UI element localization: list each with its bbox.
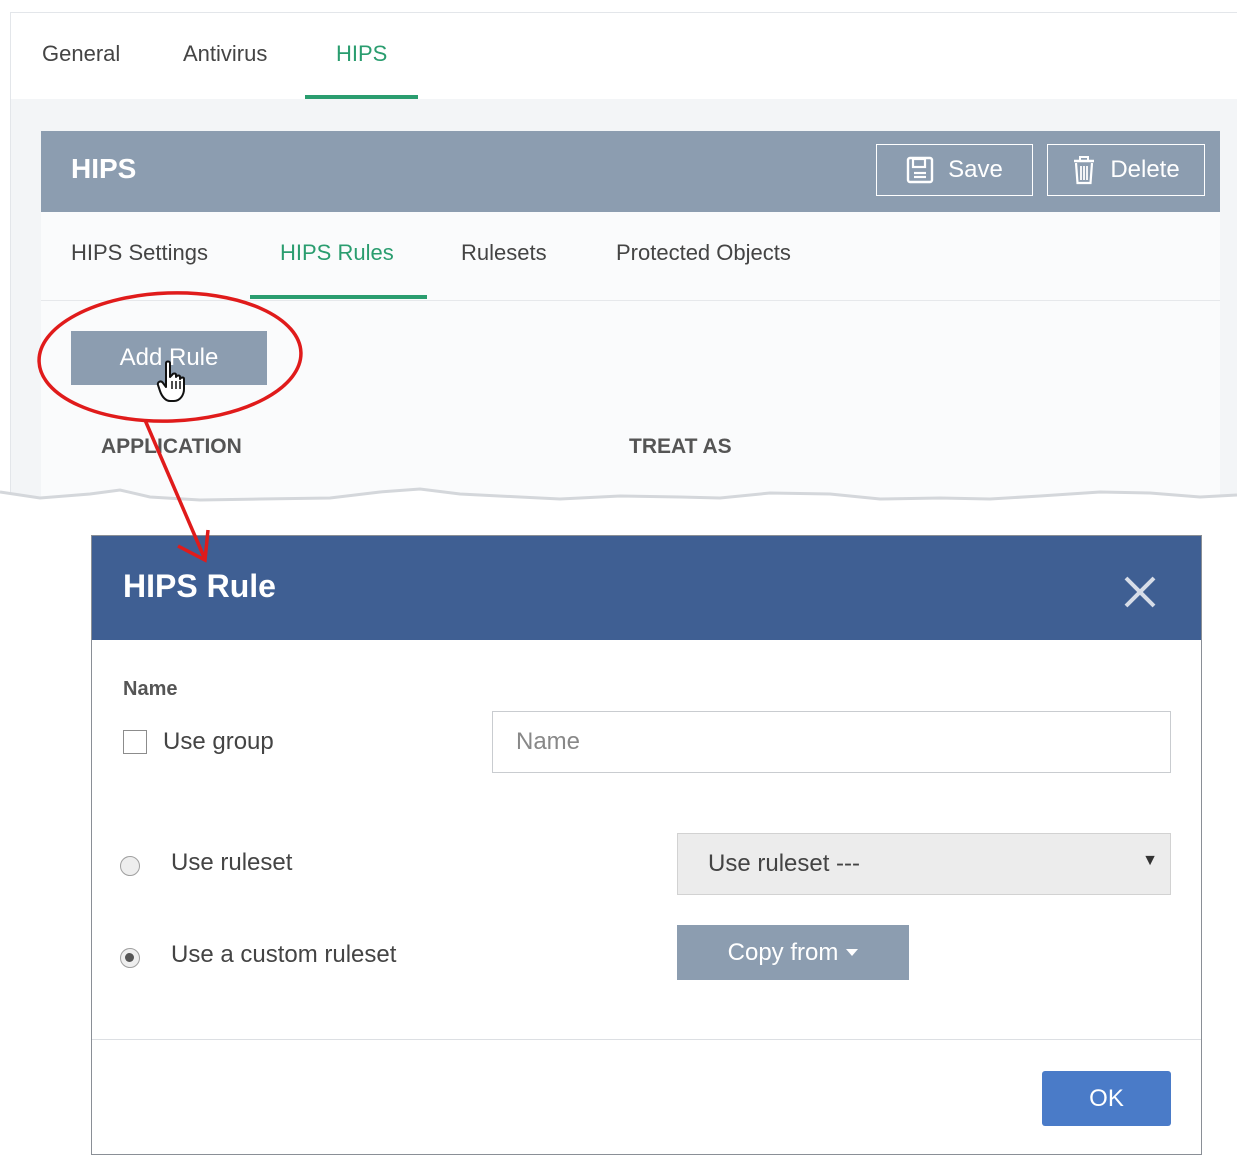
hips-rule-dialog: HIPS Rule Name Use group Name Use rulese… <box>91 535 1202 1155</box>
use-group-checkbox[interactable] <box>123 730 147 754</box>
copy-from-label: Copy from <box>727 938 839 966</box>
policy-panel: General Antivirus HIPS HIPS Save Delete … <box>10 12 1237 503</box>
column-header-application[interactable]: APPLICATION <box>101 435 242 459</box>
hips-sub-tab-bar: HIPS Settings HIPS Rules Rulesets Protec… <box>41 212 1220 301</box>
use-ruleset-label[interactable]: Use ruleset <box>171 849 292 877</box>
chevron-down-icon: ▼ <box>1142 852 1158 869</box>
tab-hips[interactable]: HIPS <box>336 41 387 67</box>
save-button-label: Save <box>948 156 1003 183</box>
active-tab-indicator <box>305 95 418 99</box>
tab-protected-objects[interactable]: Protected Objects <box>616 240 791 266</box>
use-custom-ruleset-radio[interactable] <box>120 948 140 968</box>
ruleset-select[interactable]: Use ruleset --- ▼ <box>677 833 1171 895</box>
top-tab-bar: General Antivirus HIPS <box>11 13 1237 99</box>
name-input[interactable]: Name <box>492 711 1171 773</box>
tab-antivirus[interactable]: Antivirus <box>183 41 267 67</box>
save-button[interactable]: Save <box>876 144 1033 196</box>
ok-button[interactable]: OK <box>1042 1071 1171 1126</box>
close-icon[interactable] <box>1122 574 1158 610</box>
torn-edge-divider <box>0 487 1237 520</box>
hips-title: HIPS <box>71 153 137 184</box>
column-header-treat-as[interactable]: TREAT AS <box>629 435 732 459</box>
active-sub-tab-indicator <box>250 295 427 299</box>
ruleset-select-value: Use ruleset --- <box>708 850 861 877</box>
tab-rulesets[interactable]: Rulesets <box>461 240 547 266</box>
tab-hips-rules[interactable]: HIPS Rules <box>280 240 394 266</box>
dialog-footer-divider <box>92 1039 1201 1040</box>
tab-general[interactable]: General <box>42 41 120 67</box>
trash-icon <box>1072 155 1096 185</box>
tab-hips-settings[interactable]: HIPS Settings <box>71 240 208 266</box>
use-custom-ruleset-label[interactable]: Use a custom ruleset <box>171 941 396 969</box>
save-icon <box>906 156 934 184</box>
use-ruleset-radio[interactable] <box>120 856 140 876</box>
delete-button[interactable]: Delete <box>1047 144 1205 196</box>
dialog-header: HIPS Rule <box>92 536 1201 640</box>
copy-from-button[interactable]: Copy from <box>677 925 909 980</box>
caret-down-icon <box>846 949 859 956</box>
dialog-title: HIPS Rule <box>123 568 276 604</box>
use-group-label[interactable]: Use group <box>163 728 274 756</box>
add-rule-button[interactable]: Add Rule <box>71 331 267 385</box>
hips-header-bar: HIPS Save Delete <box>41 131 1220 212</box>
name-section-label: Name <box>123 678 178 700</box>
delete-button-label: Delete <box>1110 156 1180 183</box>
